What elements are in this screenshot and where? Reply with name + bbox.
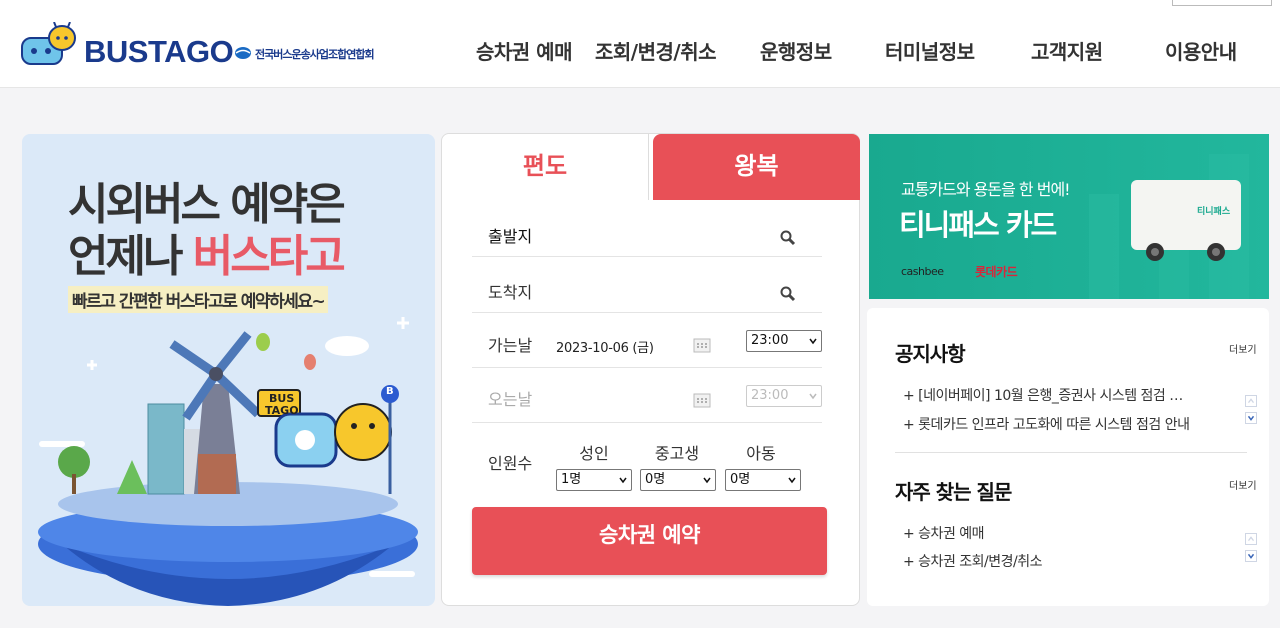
ad-brand-lotte: 롯데카드 [975,265,1018,279]
go-date-calendar-icon[interactable] [693,337,711,353]
nav-lookup-change-cancel[interactable]: 조회/변경/취소 [595,36,717,65]
chevron-down-icon [619,477,627,484]
banner-headline-2-prefix: 언제나 [68,231,193,282]
bus-stop-sign: B [386,386,394,397]
tab-oneway[interactable]: 편도 [442,134,649,200]
association-text: 전국버스운송사업조합연합회 [255,48,375,61]
divider [895,452,1247,453]
go-time-select[interactable]: 23:00 [746,330,822,352]
go-time-value: 23:00 [751,333,789,348]
youth-count-value: 0명 [645,472,666,487]
banner-headline-2-highlight: 버스타고 [192,231,346,282]
bus-sign-line2: TAGO [265,404,299,417]
child-count-select[interactable]: 0명 [725,469,801,491]
child-label: 아동 [746,444,776,463]
adult-count-value: 1명 [561,472,582,487]
notice-more-link[interactable]: 더보기 [1229,341,1257,356]
sparkle-icon [87,360,97,370]
site-header: BUSTAGO 전국버스운송사업조합연합회 승차권 예매 조회/변경/취소 운행… [0,0,1280,88]
divider [472,312,822,313]
reserve-ticket-button[interactable]: 승차권 예약 [472,507,827,575]
divider [472,367,822,368]
nav-ticket-booking[interactable]: 승차권 예매 [476,36,572,65]
nav-terminal-info[interactable]: 터미널정보 [885,36,975,65]
ad-subtitle: 교통카드와 용돈을 한 번에! [901,180,1071,199]
return-date-label: 오는날 [488,390,533,409]
booking-panel: 편도 왕복 출발지 도착지 가는날 2023-10-06 (금) 23:00 오… [441,133,860,606]
child-count-value: 0명 [730,472,751,487]
arrival-search-icon[interactable] [780,286,796,302]
faq-scroll-up-icon[interactable] [1245,533,1257,545]
notice-scroll-up-icon[interactable] [1245,395,1257,407]
wheel-icon [1207,243,1225,261]
return-time-value: 23:00 [751,388,789,403]
ad-title: 티니패스 카드 [899,208,1057,242]
departure-label[interactable]: 출발지 [488,223,532,247]
passenger-count-label: 인원수 [488,454,533,473]
chevron-down-icon [809,393,817,400]
go-date-value[interactable]: 2023-10-06 (금) [556,337,654,356]
faq-title: 자주 찾는 질문 [895,480,1012,504]
association-logo-icon [235,47,251,59]
tab-roundtrip[interactable]: 왕복 [653,134,860,200]
tinipass-card-ad[interactable]: 교통카드와 용돈을 한 번에! 티니패스 카드 cashbee 롯데카드 티니패… [869,134,1269,299]
ad-card-image: 티니패스 [1131,180,1241,250]
nav-schedule-info[interactable]: 운행정보 [760,36,832,65]
faq-scroll-down-icon[interactable] [1245,550,1257,562]
notice-faq-panel: 공지사항 더보기 + [네이버페이] 10월 은행_증권사 시스템 점검 … +… [867,308,1269,606]
ad-brand-cashbee: cashbee [901,265,944,278]
youth-label: 중고생 [654,444,700,463]
logo-text[interactable]: BUSTAGO [84,34,234,70]
ad-card-text: 티니패스 [1197,207,1231,217]
notice-item[interactable]: + [네이버페이] 10월 은행_증권사 시스템 점검 … [903,385,1183,405]
arrival-label[interactable]: 도착지 [488,279,532,303]
bustago-mascot-logo-icon[interactable] [20,22,78,68]
chevron-down-icon [788,477,796,484]
nav-customer-support[interactable]: 고객지원 [1031,36,1103,65]
notice-scroll-down-icon[interactable] [1245,412,1257,424]
notice-title: 공지사항 [895,342,966,366]
departure-search-icon[interactable] [780,230,796,246]
banner-headline-2: 언제나 버스타고 [68,220,346,284]
divider [472,422,822,423]
return-date-calendar-icon[interactable] [693,392,711,408]
banner-illustration [38,317,418,606]
top-utility-box[interactable] [1172,0,1272,6]
divider [472,256,822,257]
sparkle-icon [397,317,409,329]
nav-usage-guide[interactable]: 이용안내 [1165,36,1237,65]
faq-more-link[interactable]: 더보기 [1229,477,1257,492]
faq-item[interactable]: + 승차권 조회/변경/취소 [903,551,1042,571]
adult-label: 성인 [579,444,609,463]
return-time-select[interactable]: 23:00 [746,385,822,407]
wheel-icon [1146,243,1164,261]
chevron-down-icon [703,477,711,484]
youth-count-select[interactable]: 0명 [640,469,716,491]
chevron-down-icon [809,338,817,345]
adult-count-select[interactable]: 1명 [556,469,632,491]
go-date-label: 가는날 [488,336,533,355]
faq-item[interactable]: + 승차권 예매 [903,523,985,543]
promo-banner[interactable]: 시외버스 예약은 언제나 버스타고 빠르고 간편한 버스타고로 예약하세요~ B… [22,134,435,606]
banner-subtitle: 빠르고 간편한 버스타고로 예약하세요~ [68,286,329,313]
notice-item[interactable]: + 롯데카드 인프라 고도화에 따른 시스템 점검 안내 [903,414,1190,434]
